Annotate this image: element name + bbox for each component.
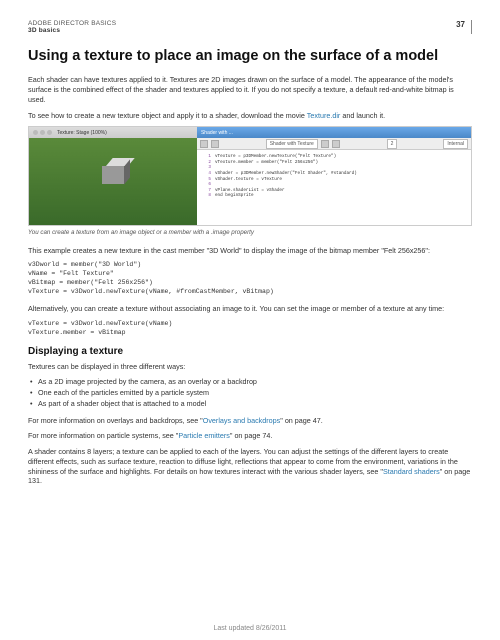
toolbar-icon[interactable] [200,140,208,148]
p2-suffix: and launch it. [340,111,385,120]
p6-suffix: " on page 47. [280,416,323,425]
code-line: vTexture.member = member("Felt 256x256") [215,160,318,166]
cube-top-face [106,158,135,166]
page-header: ADOBE DIRECTOR BASICS 3D basics 37 [28,20,472,34]
nav-next-icon[interactable] [332,140,340,148]
code-line: vShader.texture = vTexture [215,177,282,183]
header-breadcrumb: ADOBE DIRECTOR BASICS 3D basics [28,20,116,34]
cast-number-field[interactable]: 2 [387,139,397,149]
example-intro: This example creates a new texture in th… [28,246,472,256]
stage-viewport [29,138,197,225]
toolbar-icon[interactable] [211,140,219,148]
p7-prefix: For more information on particle systems… [28,431,178,440]
cube-front-face [102,166,124,184]
code-line: end beginSprite [215,193,254,199]
p7-suffix: " on page 74. [230,431,273,440]
list-item: As part of a shader object that is attac… [28,399,472,410]
header-line1: ADOBE DIRECTOR BASICS [28,20,116,27]
stage-window: Texture: Stage (100%) [29,127,197,225]
intro-paragraph: Each shader can have textures applied to… [28,75,472,104]
alt-paragraph: Alternatively, you can create a texture … [28,304,472,314]
p2-prefix: To see how to create a new texture objec… [28,111,307,120]
script-name-field[interactable]: Shader with Texture [266,139,318,149]
embedded-screenshot: Texture: Stage (100%) Shader with ... Sh… [28,126,472,226]
code-block-1: v3Dworld = member("3D World") vName = "F… [28,261,472,296]
nav-prev-icon[interactable] [321,140,329,148]
cast-lib-field[interactable]: Internal [443,139,468,149]
list-item: One each of the particles emitted by a p… [28,388,472,399]
overlays-link[interactable]: Overlays and backdrops [203,416,281,425]
shader-layers-paragraph: A shader contains 8 layers; a texture ca… [28,447,472,486]
stage-title-text: Texture: Stage (100%) [57,130,107,136]
standard-shaders-link[interactable]: Standard shaders [383,467,440,476]
window-button-icon [40,130,45,135]
particles-ref: For more information on particle systems… [28,431,472,441]
script-window: Shader with ... Shader with Texture 2 In… [197,127,471,225]
window-button-icon [33,130,38,135]
script-toolbar: Shader with Texture 2 Internal [197,138,471,150]
page-title: Using a texture to place an image on the… [28,48,472,65]
display-intro: Textures can be displayed in three diffe… [28,362,472,372]
header-line2: 3D basics [28,27,116,34]
section-heading: Displaying a texture [28,346,472,357]
page-number: 37 [456,20,465,29]
texture-dir-link[interactable]: Texture.dir [307,111,341,120]
window-button-icon [47,130,52,135]
list-item: As a 2D image projected by the camera, a… [28,377,472,388]
script-editor[interactable]: 1vTexture = p3DMember.newTexture("Felt T… [197,150,471,225]
overlays-ref: For more information on overlays and bac… [28,416,472,426]
p6-prefix: For more information on overlays and bac… [28,416,203,425]
particles-link[interactable]: Particle emitters [178,431,230,440]
stage-titlebar: Texture: Stage (100%) [29,127,197,138]
script-titlebar: Shader with ... [197,127,471,138]
code-block-2: vTexture = v3Dworld.newTexture(vName) vT… [28,320,472,338]
download-paragraph: To see how to create a new texture objec… [28,111,472,121]
footer-updated: Last updated 8/26/2011 [0,625,500,632]
figure-caption: You can create a texture from an image o… [28,229,472,237]
bullet-list: As a 2D image projected by the camera, a… [28,377,472,409]
model-cube [102,162,124,184]
